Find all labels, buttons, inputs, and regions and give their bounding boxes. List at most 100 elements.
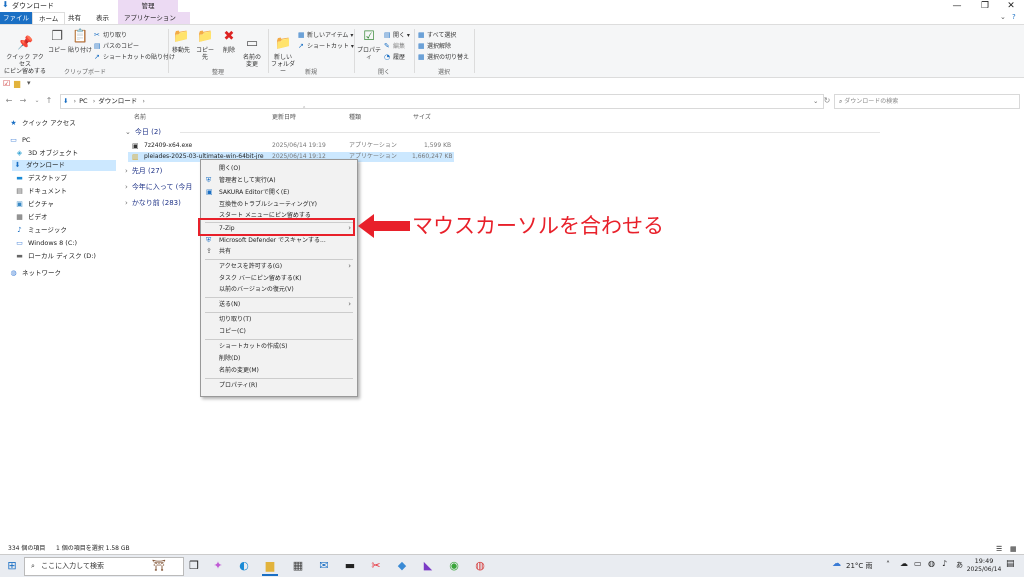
eclipse-icon[interactable]: ◍	[472, 558, 488, 574]
menu-item-compat-troubleshoot[interactable]: 互換性のトラブルシューティング(Y)	[201, 199, 357, 210]
copilot-icon[interactable]: ✦	[210, 558, 226, 574]
cloud-sync-icon[interactable]: ☁	[900, 559, 908, 568]
menu-item-open[interactable]: 開く(O)	[201, 163, 357, 174]
edit-button[interactable]: ✎ 編集	[384, 41, 405, 50]
move-to-button[interactable]: 📁 移動先	[170, 29, 192, 54]
outlook-icon[interactable]: ✉	[316, 558, 332, 574]
sidebar-item-desktop[interactable]: ▬ デスクトップ	[14, 173, 67, 184]
maximize-button[interactable]: ❐	[972, 0, 998, 12]
copy-path-button[interactable]: ▤ パスのコピー	[94, 41, 139, 50]
menu-item-delete[interactable]: 削除(D)	[201, 353, 357, 364]
back-arrow-icon[interactable]: ←	[4, 94, 14, 107]
select-none-button[interactable]: ▦ 選択解除	[418, 41, 451, 50]
minimize-button[interactable]: —	[944, 0, 970, 12]
recent-chevron-down-icon[interactable]: ⌄	[32, 94, 42, 107]
windows-start-icon[interactable]: ⊞	[4, 558, 20, 574]
open-button[interactable]: ▤ 開く ▾	[384, 30, 410, 39]
paste-shortcut-button[interactable]: ↗ ショートカットの貼り付け	[94, 52, 175, 61]
group-header-this-year[interactable]: › 今年に入って (今月	[125, 182, 192, 192]
column-header-name[interactable]: 名前	[134, 112, 146, 121]
ime-indicator[interactable]: あ	[956, 560, 963, 570]
sidebar-item-music[interactable]: ♪ ミュージック	[14, 225, 67, 236]
properties-small-icon[interactable]: ☑	[3, 79, 10, 88]
menu-item-restore-versions[interactable]: 以前のバージョンの復元(V)	[201, 284, 357, 295]
group-header-long-ago[interactable]: › かなり前 (283)	[125, 198, 181, 208]
copy-button[interactable]: ❐ コピー	[48, 29, 66, 54]
chevron-down-icon[interactable]: ⌄	[1000, 13, 1006, 21]
visual-studio-icon[interactable]: ◣	[420, 558, 436, 574]
rename-button[interactable]: ▭ 名前の 変更	[240, 29, 264, 68]
copy-to-button[interactable]: 📁 コピー先	[194, 29, 216, 61]
chrome-icon[interactable]: ◉	[446, 558, 462, 574]
sidebar-item-3d-objects[interactable]: ◈ 3D オブジェクト	[14, 148, 78, 159]
cut-button[interactable]: ✂ 切り取り	[94, 30, 127, 39]
tab-file[interactable]: ファイル	[0, 12, 32, 24]
group-header-today[interactable]: ⌄ 今日 (2)	[125, 127, 161, 137]
tray-overflow-icon[interactable]: ˄	[886, 560, 890, 569]
easy-access-button[interactable]: ↗ ショートカット ▾	[298, 41, 354, 50]
breadcrumb-downloads[interactable]: ダウンロード	[98, 97, 137, 105]
delete-button[interactable]: ✖ 削除	[220, 29, 238, 54]
clock-time[interactable]: 19:49	[970, 557, 998, 565]
menu-item-defender-scan[interactable]: ⛨ Microsoft Defender でスキャンする...	[201, 235, 357, 246]
tab-view[interactable]: 表示	[90, 12, 115, 24]
menu-item-run-as-admin[interactable]: ⛨ 管理者として実行(A)	[201, 175, 357, 186]
paste-button[interactable]: 📋 貼り付け	[68, 29, 92, 54]
menu-item-properties[interactable]: プロパティ(R)	[201, 380, 357, 391]
sidebar-item-pictures[interactable]: ▣ ピクチャ	[14, 199, 54, 210]
clock-date[interactable]: 2025/06/14	[966, 566, 1002, 573]
up-arrow-icon[interactable]: ↑	[44, 94, 54, 107]
network-icon[interactable]: ◍	[928, 559, 935, 568]
menu-item-pin-taskbar[interactable]: タスク バーにピン留めする(K)	[201, 273, 357, 284]
column-header-date[interactable]: 更新日時	[272, 112, 296, 121]
column-header-type[interactable]: 種類	[349, 112, 361, 121]
breadcrumb-pc[interactable]: PC	[79, 97, 87, 105]
edge-icon[interactable]: ◐	[236, 558, 252, 574]
new-item-button[interactable]: ▦ 新しいアイテム ▾	[298, 30, 353, 39]
weather-text[interactable]: 21°C 雨	[846, 561, 873, 571]
menu-item-send-to[interactable]: 送る(N) ›	[201, 299, 357, 310]
folder-small-icon[interactable]: ▆	[14, 79, 20, 88]
qat-dropdown-icon[interactable]: ▾	[27, 79, 31, 87]
battery-icon[interactable]: ▭	[914, 559, 922, 568]
terminal-icon[interactable]: ▬	[342, 558, 358, 574]
sidebar-item-downloads[interactable]: ⬇ ダウンロード	[12, 160, 116, 171]
search-input[interactable]: ⌕ ダウンロードの検索	[834, 94, 1020, 109]
sidebar-item-pc[interactable]: ▭ PC	[8, 135, 30, 146]
sidebar-item-quick-access[interactable]: ★ クイック アクセス	[8, 118, 75, 129]
column-header-size[interactable]: サイズ	[413, 112, 431, 121]
snipping-tool-icon[interactable]: ✂	[368, 558, 384, 574]
menu-item-give-access[interactable]: アクセスを許可する(G) ›	[201, 261, 357, 272]
file-row[interactable]: ▣ 7z2409-x64.exe 2025/06/14 19:19 アプリケーシ…	[128, 141, 454, 151]
app-icon[interactable]: ◆	[394, 558, 410, 574]
menu-item-sakura-editor[interactable]: ▣ SAKURA Editorで開く(E)	[201, 187, 357, 198]
address-bar[interactable]: ⬇ › PC › ダウンロード › ⌄	[60, 94, 824, 109]
menu-item-cut[interactable]: 切り取り(T)	[201, 314, 357, 325]
store-icon[interactable]: ▦	[290, 558, 306, 574]
menu-item-share[interactable]: ⇪ 共有	[201, 246, 357, 257]
search-highlight-image-icon[interactable]: ⛩	[138, 558, 180, 574]
notification-icon[interactable]: ▤	[1006, 559, 1015, 569]
properties-button[interactable]: ☑ プロパティ	[356, 29, 382, 61]
select-all-button[interactable]: ▦ すべて選択	[418, 30, 456, 39]
details-view-icon[interactable]: ☰	[996, 544, 1002, 554]
close-button[interactable]: ✕	[998, 0, 1024, 12]
history-button[interactable]: ◔ 履歴	[384, 52, 405, 61]
sidebar-item-network[interactable]: ◍ ネットワーク	[8, 268, 61, 279]
menu-item-rename[interactable]: 名前の変更(M)	[201, 365, 357, 376]
group-header-last-month[interactable]: › 先月 (27)	[125, 166, 162, 176]
sidebar-item-drive-d[interactable]: ▬ ローカル ディスク (D:)	[14, 251, 96, 262]
file-explorer-icon[interactable]: ▆	[262, 558, 278, 576]
invert-selection-button[interactable]: ▦ 選択の切り替え	[418, 52, 469, 61]
sidebar-item-videos[interactable]: ▦ ビデオ	[14, 212, 47, 223]
tab-application-tools[interactable]: アプリケーション ツール	[118, 12, 190, 34]
menu-item-copy[interactable]: コピー(C)	[201, 326, 357, 337]
menu-item-create-shortcut[interactable]: ショートカットの作成(S)	[201, 341, 357, 352]
sidebar-item-drive-c[interactable]: ▭ Windows 8 (C:)	[14, 238, 77, 249]
forward-arrow-icon[interactable]: →	[18, 94, 28, 107]
tab-share[interactable]: 共有	[62, 12, 87, 24]
refresh-icon[interactable]: ↻	[822, 94, 832, 107]
help-icon[interactable]: ?	[1012, 13, 1016, 21]
large-icons-view-icon[interactable]: ▦	[1010, 544, 1017, 554]
volume-icon[interactable]: ♪	[942, 559, 947, 568]
